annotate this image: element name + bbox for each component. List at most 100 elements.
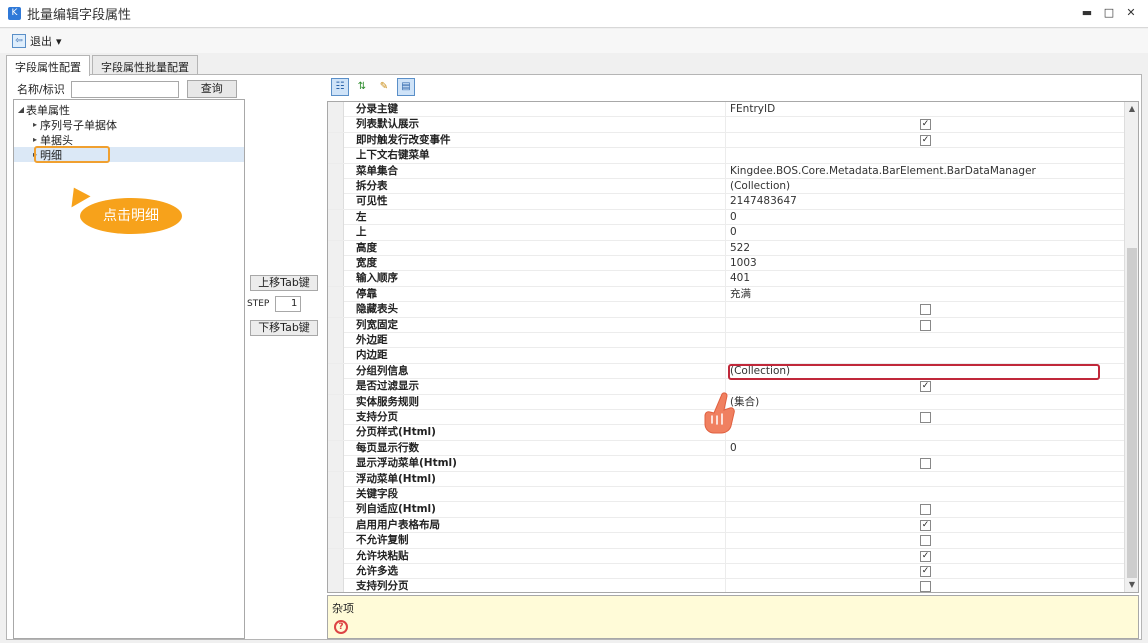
property-row[interactable]: 不允许复制 [328, 533, 1124, 549]
row-gutter [328, 117, 344, 133]
property-row[interactable]: 上下文右键菜单 [328, 148, 1124, 164]
row-gutter [328, 425, 344, 441]
collapsed-arrow-icon[interactable]: ▸ [30, 120, 40, 129]
property-name: 列自适应(Html) [344, 502, 726, 518]
scroll-down-arrow[interactable]: ▼ [1125, 578, 1138, 592]
row-gutter [328, 379, 344, 395]
scroll-thumb[interactable] [1127, 248, 1137, 578]
property-row[interactable]: 即时触发行改变事件 ✓ [328, 132, 1124, 149]
row-gutter [328, 194, 344, 210]
property-checkbox[interactable] [920, 458, 931, 470]
property-checkbox[interactable]: ✓ [920, 134, 931, 146]
property-value[interactable]: Kingdee.BOS.Core.Metadata.BarElement.Bar… [728, 164, 1124, 179]
property-checkbox[interactable]: ✓ [920, 550, 931, 562]
query-button[interactable]: 查询 [186, 80, 237, 98]
property-row[interactable]: 输入顺序 401 [328, 271, 1124, 287]
categorized-view-icon[interactable]: ☷ [331, 78, 349, 96]
row-gutter [328, 363, 344, 379]
property-value[interactable] [728, 148, 1124, 163]
row-gutter [328, 517, 344, 533]
property-checkbox[interactable] [920, 412, 931, 423]
move-down-tab-button[interactable]: 下移Tab键 [250, 320, 318, 336]
property-row[interactable]: 左0 [328, 209, 1124, 226]
property-row[interactable]: 浮动菜单(Html) [328, 471, 1124, 487]
properties-icon[interactable]: ▤ [397, 78, 415, 96]
property-row[interactable]: 支持列分页 [328, 579, 1124, 592]
property-row[interactable]: 显示浮动菜单(Html) [328, 456, 1124, 472]
maximize-button[interactable]: □ [1098, 4, 1120, 22]
property-value[interactable] [728, 348, 1124, 363]
property-row[interactable]: 列宽固定 [328, 317, 1124, 333]
property-row[interactable]: 启用用户表格布局 ✓ [328, 517, 1124, 534]
property-value[interactable]: 0 [728, 441, 1124, 456]
alphabetical-sort-icon[interactable]: ⇅ [353, 78, 371, 96]
property-checkbox[interactable] [920, 504, 931, 516]
property-checkbox[interactable]: ✓ [920, 119, 931, 131]
property-row[interactable]: 允许块粘贴 ✓ [328, 548, 1124, 564]
close-button[interactable]: ✕ [1120, 4, 1142, 22]
property-checkbox[interactable] [920, 535, 931, 547]
tree-root[interactable]: ◢ 表单属性 [16, 102, 70, 117]
property-value[interactable]: 2147483647 [728, 194, 1124, 209]
property-name: 左 [344, 209, 726, 225]
property-row[interactable]: 停靠 充满 [328, 286, 1124, 303]
tree-item-header[interactable]: ▸ 单据头 [30, 132, 73, 147]
main-content: 名称/标识 查询 ◢ 表单属性 ▸ 序列号子单据体 ▸ 单据头 ▸ 明细 点击明… [6, 74, 1142, 640]
property-value[interactable] [728, 333, 1124, 348]
property-value[interactable]: 0 [728, 210, 1124, 225]
property-value[interactable]: FEntryID [728, 102, 1124, 117]
property-row[interactable]: 每页显示行数 0 [328, 440, 1124, 457]
tree-item-serial-subentity[interactable]: ▸ 序列号子单据体 [30, 117, 117, 132]
property-value[interactable]: 0 [728, 225, 1124, 240]
property-value[interactable]: 522 [728, 241, 1124, 256]
row-gutter [328, 102, 344, 117]
minimize-button[interactable]: ▬ [1076, 4, 1098, 22]
property-row[interactable]: 菜单集合 Kingdee.BOS.Core.Metadata.BarElement… [328, 163, 1124, 179]
property-checkbox[interactable] [920, 581, 931, 592]
property-row[interactable]: 关键字段 [328, 487, 1124, 503]
property-grid-scrollbar[interactable]: ▲ ▼ [1124, 102, 1138, 592]
property-checkbox[interactable]: ✓ [920, 566, 931, 577]
collapsed-arrow-icon[interactable]: ▸ [30, 135, 40, 144]
scroll-up-arrow[interactable]: ▲ [1125, 102, 1138, 116]
property-value[interactable] [728, 425, 1124, 440]
property-row[interactable]: 内边距 [328, 348, 1124, 364]
property-value[interactable]: (集合) [728, 395, 1124, 410]
property-name: 宽度 [344, 256, 726, 271]
property-pages-icon[interactable]: ✎ [375, 78, 393, 96]
property-row[interactable]: 拆分表 (Collection) [328, 179, 1124, 195]
property-row[interactable]: 分录主键 FEntryID [328, 102, 1124, 118]
property-value[interactable]: (Collection) [728, 179, 1124, 194]
property-row[interactable]: 外边距 [328, 333, 1124, 349]
search-label: 名称/标识 [17, 83, 65, 96]
move-up-tab-button[interactable]: 上移Tab键 [250, 275, 318, 291]
detail-highlight-box [34, 146, 110, 163]
property-row[interactable]: 隐藏表头 [328, 302, 1124, 318]
property-checkbox[interactable]: ✓ [920, 381, 931, 393]
property-value[interactable]: 401 [728, 271, 1124, 286]
tab-field-property-batch-config[interactable]: 字段属性批量配置 [92, 55, 198, 75]
property-checkbox[interactable] [920, 304, 931, 316]
property-name: 内边距 [344, 348, 726, 364]
property-value[interactable] [728, 487, 1124, 502]
property-value[interactable]: 1003 [728, 256, 1124, 271]
property-checkbox[interactable]: ✓ [920, 519, 931, 531]
group-column-info-highlight [728, 364, 1100, 380]
property-row[interactable]: 允许多选 ✓ [328, 564, 1124, 580]
property-row[interactable]: 宽度 1003 [328, 256, 1124, 272]
property-value[interactable]: 充满 [728, 287, 1124, 302]
property-row[interactable]: 高度 522 [328, 240, 1124, 256]
step-input[interactable]: 1 [275, 296, 302, 312]
property-row[interactable]: 可见性 2147483647 [328, 194, 1124, 210]
property-row[interactable]: 列表默认展示 ✓ [328, 117, 1124, 133]
search-input[interactable] [70, 80, 179, 98]
app-icon: K [8, 7, 21, 20]
property-row[interactable]: 上0 [328, 225, 1124, 241]
exit-button[interactable]: ⇦ 退出 ▾ [12, 33, 62, 49]
expanded-arrow-icon[interactable]: ◢ [16, 105, 26, 114]
property-value[interactable] [728, 472, 1124, 487]
property-name: 可见性 [344, 194, 726, 210]
property-row[interactable]: 列自适应(Html) [328, 502, 1124, 518]
property-checkbox[interactable] [920, 319, 931, 331]
tab-field-property-config[interactable]: 字段属性配置 [6, 55, 90, 76]
